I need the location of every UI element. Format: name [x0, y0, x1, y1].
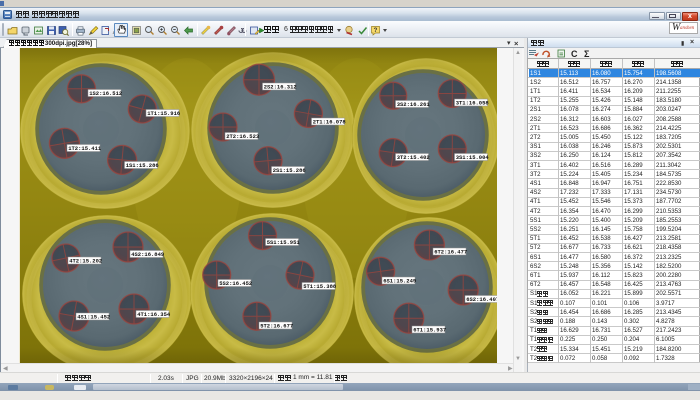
svg-text:3T2:15.402: 3T2:15.402	[397, 154, 430, 161]
svg-text:1S2:16.512: 1S2:16.512	[89, 90, 122, 97]
svg-text:1T1:15.916: 1T1:15.916	[147, 110, 180, 117]
svg-text:C: C	[571, 49, 578, 58]
svg-text:Σ: Σ	[584, 49, 590, 58]
svg-text:5S2:16.452: 5S2:16.452	[219, 280, 252, 287]
svg-text:2T2:16.523: 2T2:16.523	[226, 133, 260, 140]
svg-text:6T1:15.937: 6T1:15.937	[413, 326, 446, 333]
svg-text:6S2:16.407: 6S2:16.407	[466, 296, 497, 303]
svg-text:4S1:15.452: 4S1:15.452	[77, 313, 110, 320]
svg-text:2S1:15.286: 2S1:15.286	[273, 167, 306, 174]
svg-text:?: ?	[374, 28, 378, 34]
svg-text:3S1:15.004: 3S1:15.004	[456, 154, 490, 161]
svg-text:3S2:16.261: 3S2:16.261	[397, 101, 431, 108]
svg-text:4S2:16.849: 4S2:16.849	[131, 251, 164, 258]
svg-text:6T2:16.477: 6T2:16.477	[434, 248, 467, 255]
svg-text:6S1:15.249: 6S1:15.249	[383, 277, 416, 284]
svg-text:5S1:15.951: 5S1:15.951	[267, 239, 301, 246]
svg-text:2T1:16.078: 2T1:16.078	[313, 118, 347, 125]
svg-text:3T1:16.058: 3T1:16.058	[456, 99, 490, 106]
svg-text:5T2:16.677: 5T2:16.677	[260, 322, 293, 329]
svg-text:2S2:16.312: 2S2:16.312	[264, 83, 297, 90]
svg-text:4T2:15.202: 4T2:15.202	[69, 257, 102, 264]
svg-text:4T1:16.354: 4T1:16.354	[137, 311, 171, 318]
svg-text:1T2:15.411: 1T2:15.411	[68, 145, 102, 152]
svg-text:5T1:15.388: 5T1:15.388	[303, 283, 337, 290]
svg-text:1S1:15.286: 1S1:15.286	[126, 162, 159, 169]
